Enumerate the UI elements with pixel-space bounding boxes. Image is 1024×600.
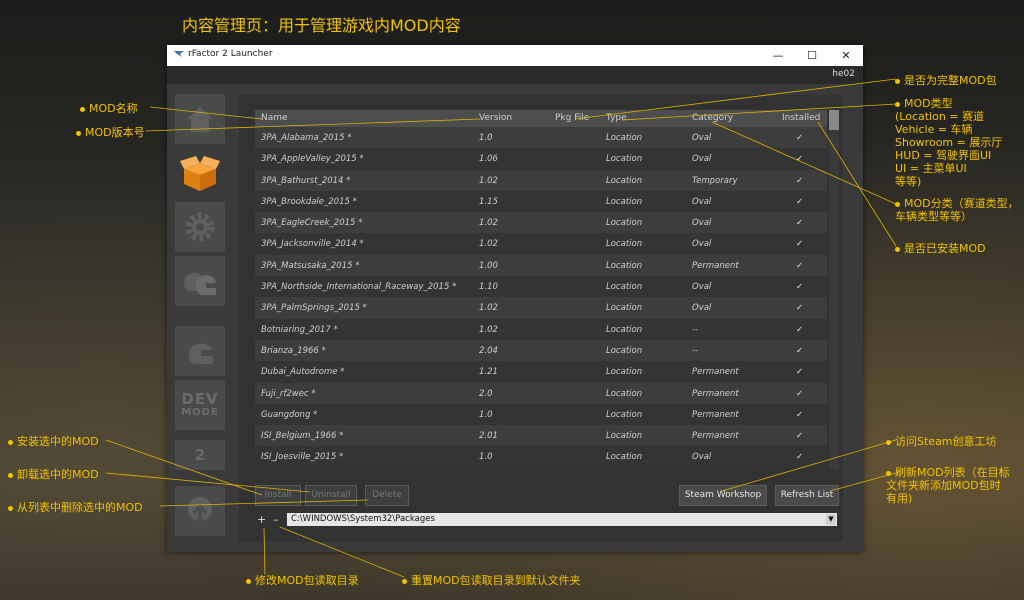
annotation-uninstall-selected: 卸载选中的MOD bbox=[8, 466, 99, 482]
annotation-lines bbox=[105, 78, 897, 578]
annotation-mod-version: MOD版本号 bbox=[76, 124, 145, 140]
annotation-steam-workshop: 访问Steam创意工坊 bbox=[886, 433, 997, 449]
annotation-mod-name: MOD名称 bbox=[80, 100, 138, 116]
annotation-installed: 是否已安装MOD bbox=[895, 240, 986, 256]
annotation-modify-path: 修改MOD包读取目录 bbox=[246, 572, 359, 588]
annotation-reset-path: 重置MOD包读取目录到默认文件夹 bbox=[402, 572, 581, 588]
annotation-install-selected: 安装选中的MOD bbox=[8, 433, 99, 449]
annotation-refresh-list: 刷新MOD列表（在目标 文件夹新添加MOD包时 有用) bbox=[886, 466, 1010, 505]
annotation-mod-category: MOD分类（赛道类型， 车辆类型等等） bbox=[895, 197, 1019, 223]
annotation-pkg-complete: 是否为完整MOD包 bbox=[895, 72, 997, 88]
annotation-mod-type: MOD类型 (Location = 赛道 Vehicle = 车辆 Showro… bbox=[895, 97, 1003, 188]
annotation-delete-selected: 从列表中删除选中的MOD bbox=[8, 499, 143, 515]
